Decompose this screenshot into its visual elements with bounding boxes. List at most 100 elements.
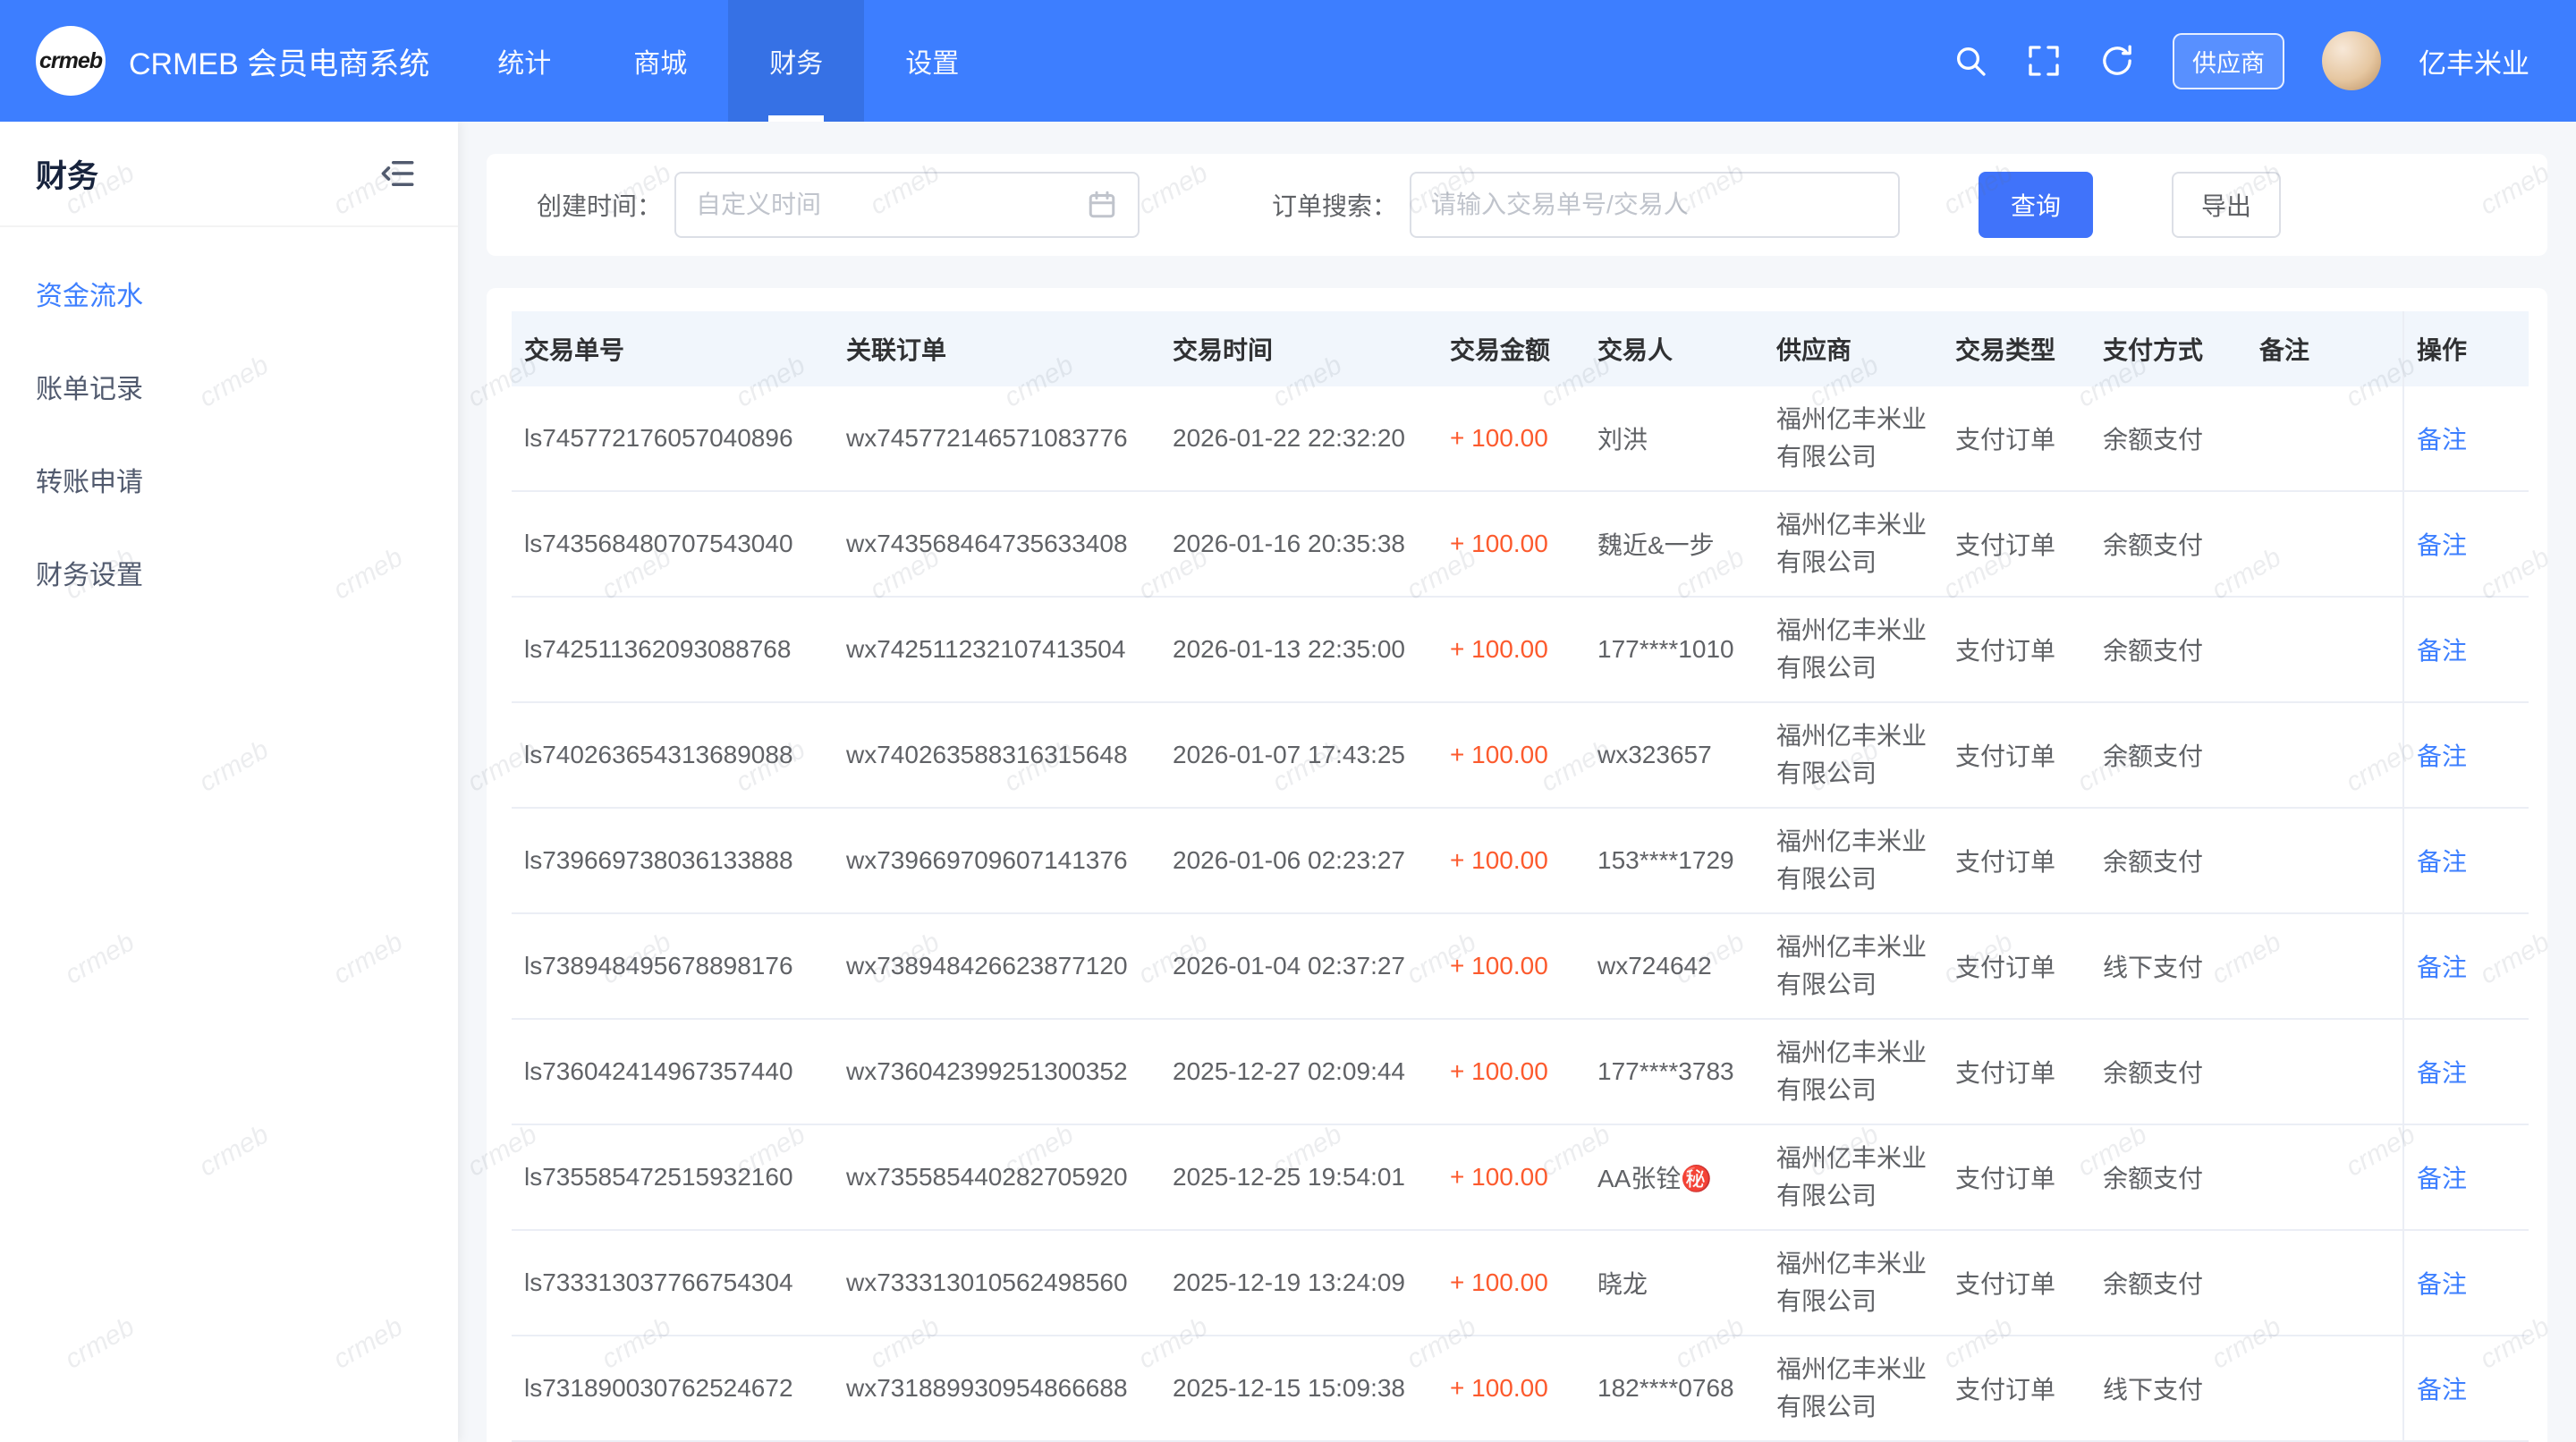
remark-action-link[interactable]: 备注 [2417, 426, 2467, 454]
sidebar-item[interactable]: 账单记录 [0, 344, 458, 437]
table-row: ls740263654313689088 wx74026358831631564… [512, 702, 2529, 808]
logo-text: crmeb [39, 48, 102, 74]
trade-no: ls740263654313689088 [524, 741, 793, 768]
trade-no-cell: ls739669738036133888 [512, 808, 834, 913]
supplier-name: 福州亿丰米业有限公司 [1776, 717, 1934, 793]
order-no-cell: wx735585440282705920 [834, 1124, 1160, 1230]
amount-cell: + 100.00 [1437, 491, 1585, 597]
pay-method: 余额支付 [2103, 1165, 2203, 1192]
trade-amount: + 100.00 [1450, 952, 1548, 980]
trade-type: 支付订单 [1955, 426, 2055, 454]
pay-method-cell: 余额支付 [2090, 1019, 2247, 1124]
pay-method: 线下支付 [2103, 1376, 2203, 1404]
remark-action-link[interactable]: 备注 [2417, 954, 2467, 981]
type-cell: 支付订单 [1943, 1230, 2090, 1336]
supplier-cell: 福州亿丰米业有限公司 [1764, 386, 1943, 491]
order-no-cell: wx740263588316315648 [834, 702, 1160, 808]
sidebar-title: 财务 [36, 151, 98, 197]
filter-bar: 创建时间： 订单搜索： 查询 导出 [487, 154, 2547, 256]
time-cell: 2026-01-16 20:35:38 [1160, 491, 1437, 597]
sidebar-item[interactable]: 资金流水 [0, 250, 458, 344]
remark-action-link[interactable]: 备注 [2417, 742, 2467, 770]
trade-type: 支付订单 [1955, 1270, 2055, 1298]
remark-action-link[interactable]: 备注 [2417, 531, 2467, 559]
order-no: wx738948426623877120 [846, 952, 1128, 980]
supplier-name: 福州亿丰米业有限公司 [1776, 1245, 1934, 1320]
order-search-input[interactable] [1431, 191, 1878, 219]
crmeb-logo-icon: crmeb [36, 26, 106, 96]
time-cell: 2026-01-13 22:35:00 [1160, 597, 1437, 702]
supplier-badge[interactable]: 供应商 [2173, 33, 2284, 89]
order-no: wx739669709607141376 [846, 846, 1128, 874]
order-no: wx731889930954866688 [846, 1374, 1128, 1402]
table-row: ls736042414967357440 wx73604239925130035… [512, 1019, 2529, 1124]
supplier-cell: 福州亿丰米业有限公司 [1764, 702, 1943, 808]
trader-name: 刘洪 [1597, 426, 1648, 454]
sidebar-menu: 资金流水账单记录转账申请财务设置 [0, 227, 458, 623]
query-button[interactable]: 查询 [1979, 172, 2093, 238]
trade-time: 2025-12-25 19:54:01 [1173, 1163, 1405, 1191]
trade-type: 支付订单 [1955, 848, 2055, 876]
top-nav-item[interactable]: 统计 [456, 0, 592, 122]
date-range-input[interactable] [696, 191, 1075, 219]
trade-type: 支付订单 [1955, 637, 2055, 665]
remark-cell [2247, 808, 2403, 913]
column-header: 交易单号 [512, 311, 834, 386]
pay-method: 余额支付 [2103, 1059, 2203, 1087]
remark-action-link[interactable]: 备注 [2417, 1059, 2467, 1087]
column-header: 交易金额 [1437, 311, 1585, 386]
calendar-icon[interactable] [1086, 189, 1118, 221]
top-nav-item[interactable]: 财务 [728, 0, 864, 122]
sidebar-item-label: 资金流水 [36, 282, 143, 311]
sidebar-item[interactable]: 财务设置 [0, 530, 458, 623]
trader-cell: AA张铨㊙️ [1585, 1124, 1764, 1230]
username[interactable]: 亿丰米业 [2419, 41, 2529, 81]
top-nav-label: 财务 [769, 41, 823, 81]
action-cell: 备注 [2403, 808, 2529, 913]
sidebar: 财务 资金流水账单记录转账申请财务设置 [0, 122, 458, 1442]
trade-no: ls739669738036133888 [524, 846, 793, 874]
column-header: 备注 [2247, 311, 2403, 386]
remark-action-link[interactable]: 备注 [2417, 637, 2467, 665]
trader-name: wx323657 [1597, 741, 1712, 768]
trade-type: 支付订单 [1955, 531, 2055, 559]
trader-name: 魏近&一步 [1597, 531, 1715, 559]
trade-time: 2025-12-27 02:09:44 [1173, 1057, 1405, 1085]
supplier-cell: 福州亿丰米业有限公司 [1764, 1230, 1943, 1336]
avatar[interactable] [2322, 31, 2381, 90]
action-cell: 备注 [2403, 913, 2529, 1019]
remark-action-link[interactable]: 备注 [2417, 848, 2467, 876]
trade-amount: + 100.00 [1450, 846, 1548, 874]
time-cell: 2026-01-04 02:37:27 [1160, 913, 1437, 1019]
table-row: ls742511362093088768 wx74251123210741350… [512, 597, 2529, 702]
remark-action-link[interactable]: 备注 [2417, 1376, 2467, 1404]
trade-amount: + 100.00 [1450, 1057, 1548, 1085]
trade-no: ls731890030762524672 [524, 1374, 793, 1402]
amount-cell: + 100.00 [1437, 1019, 1585, 1124]
collapse-sidebar-icon[interactable] [379, 155, 417, 192]
export-button[interactable]: 导出 [2172, 172, 2281, 238]
order-no: wx745772146571083776 [846, 424, 1128, 452]
trader-cell: 177****1010 [1585, 597, 1764, 702]
trader-name: 153****1729 [1597, 846, 1734, 874]
top-nav-item[interactable]: 设置 [864, 0, 1000, 122]
trade-time: 2026-01-04 02:37:27 [1173, 952, 1405, 980]
trade-amount: + 100.00 [1450, 424, 1548, 452]
type-cell: 支付订单 [1943, 808, 2090, 913]
pay-method: 余额支付 [2103, 531, 2203, 559]
top-nav-item[interactable]: 商城 [592, 0, 728, 122]
remark-action-link[interactable]: 备注 [2417, 1270, 2467, 1298]
trade-no-cell: ls735585472515932160 [512, 1124, 834, 1230]
refresh-icon[interactable] [2099, 43, 2135, 79]
search-icon[interactable] [1953, 43, 1988, 79]
create-time-label: 创建时间： [537, 187, 662, 223]
remark-action-link[interactable]: 备注 [2417, 1165, 2467, 1192]
trader-cell: wx724642 [1585, 913, 1764, 1019]
sidebar-item[interactable]: 转账申请 [0, 437, 458, 530]
trader-cell: 刘洪 [1585, 386, 1764, 491]
amount-cell: + 100.00 [1437, 1336, 1585, 1441]
time-cell: 2025-12-25 19:54:01 [1160, 1124, 1437, 1230]
remark-cell [2247, 1124, 2403, 1230]
column-header: 操作 [2403, 311, 2529, 386]
fullscreen-icon[interactable] [2026, 43, 2062, 79]
